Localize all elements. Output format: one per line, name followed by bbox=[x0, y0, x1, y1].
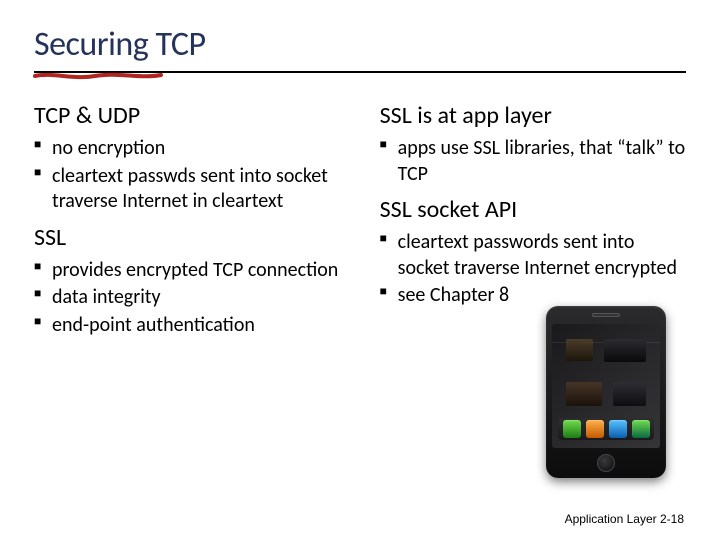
phone-speaker-icon bbox=[592, 313, 620, 317]
phone-home-button-icon bbox=[597, 454, 615, 472]
slide-footer: Application Layer 2-18 bbox=[565, 512, 684, 526]
list-item: apps use SSL libraries, that “talk” to T… bbox=[380, 136, 686, 189]
right-heading-1: SSL is at app layer bbox=[380, 101, 686, 130]
right-heading-2: SSL socket API bbox=[380, 195, 686, 224]
left-column: TCP & UDP no encryption cleartext passwd… bbox=[34, 97, 356, 347]
footer-label: Application Layer bbox=[565, 512, 657, 526]
slide-title: Securing TCP bbox=[0, 0, 720, 71]
right-list-2: cleartext passwords sent into socket tra… bbox=[380, 230, 686, 311]
list-item: provides encrypted TCP connection bbox=[34, 258, 356, 286]
left-heading-1: TCP & UDP bbox=[34, 101, 356, 130]
phone-tile-icon bbox=[613, 382, 646, 405]
phone-wallpaper-icon bbox=[560, 334, 652, 412]
phone-app-icon bbox=[563, 420, 581, 438]
list-item: data integrity bbox=[34, 285, 356, 313]
right-list-1: apps use SSL libraries, that “talk” to T… bbox=[380, 136, 686, 189]
list-item: end-point authentication bbox=[34, 313, 356, 341]
phone-tile-icon bbox=[604, 339, 646, 362]
underline-accent-icon bbox=[33, 70, 163, 82]
phone-tile-icon bbox=[566, 382, 603, 405]
list-item: cleartext passwds sent into socket trave… bbox=[34, 164, 356, 217]
phone-app-icon bbox=[586, 420, 604, 438]
phone-tile-icon bbox=[566, 339, 594, 361]
left-list-1: no encryption cleartext passwds sent int… bbox=[34, 136, 356, 217]
left-list-2: provides encrypted TCP connection data i… bbox=[34, 258, 356, 341]
phone-app-icon bbox=[609, 420, 627, 438]
smartphone-illustration bbox=[546, 306, 666, 478]
phone-screen-icon bbox=[552, 324, 660, 448]
phone-body-icon bbox=[546, 306, 666, 478]
phone-dock-icon bbox=[558, 418, 654, 440]
list-item: no encryption bbox=[34, 136, 356, 164]
left-heading-2: SSL bbox=[34, 223, 356, 252]
phone-app-icon bbox=[632, 420, 650, 438]
footer-page: 2-18 bbox=[660, 512, 684, 526]
list-item: cleartext passwords sent into socket tra… bbox=[380, 230, 686, 283]
